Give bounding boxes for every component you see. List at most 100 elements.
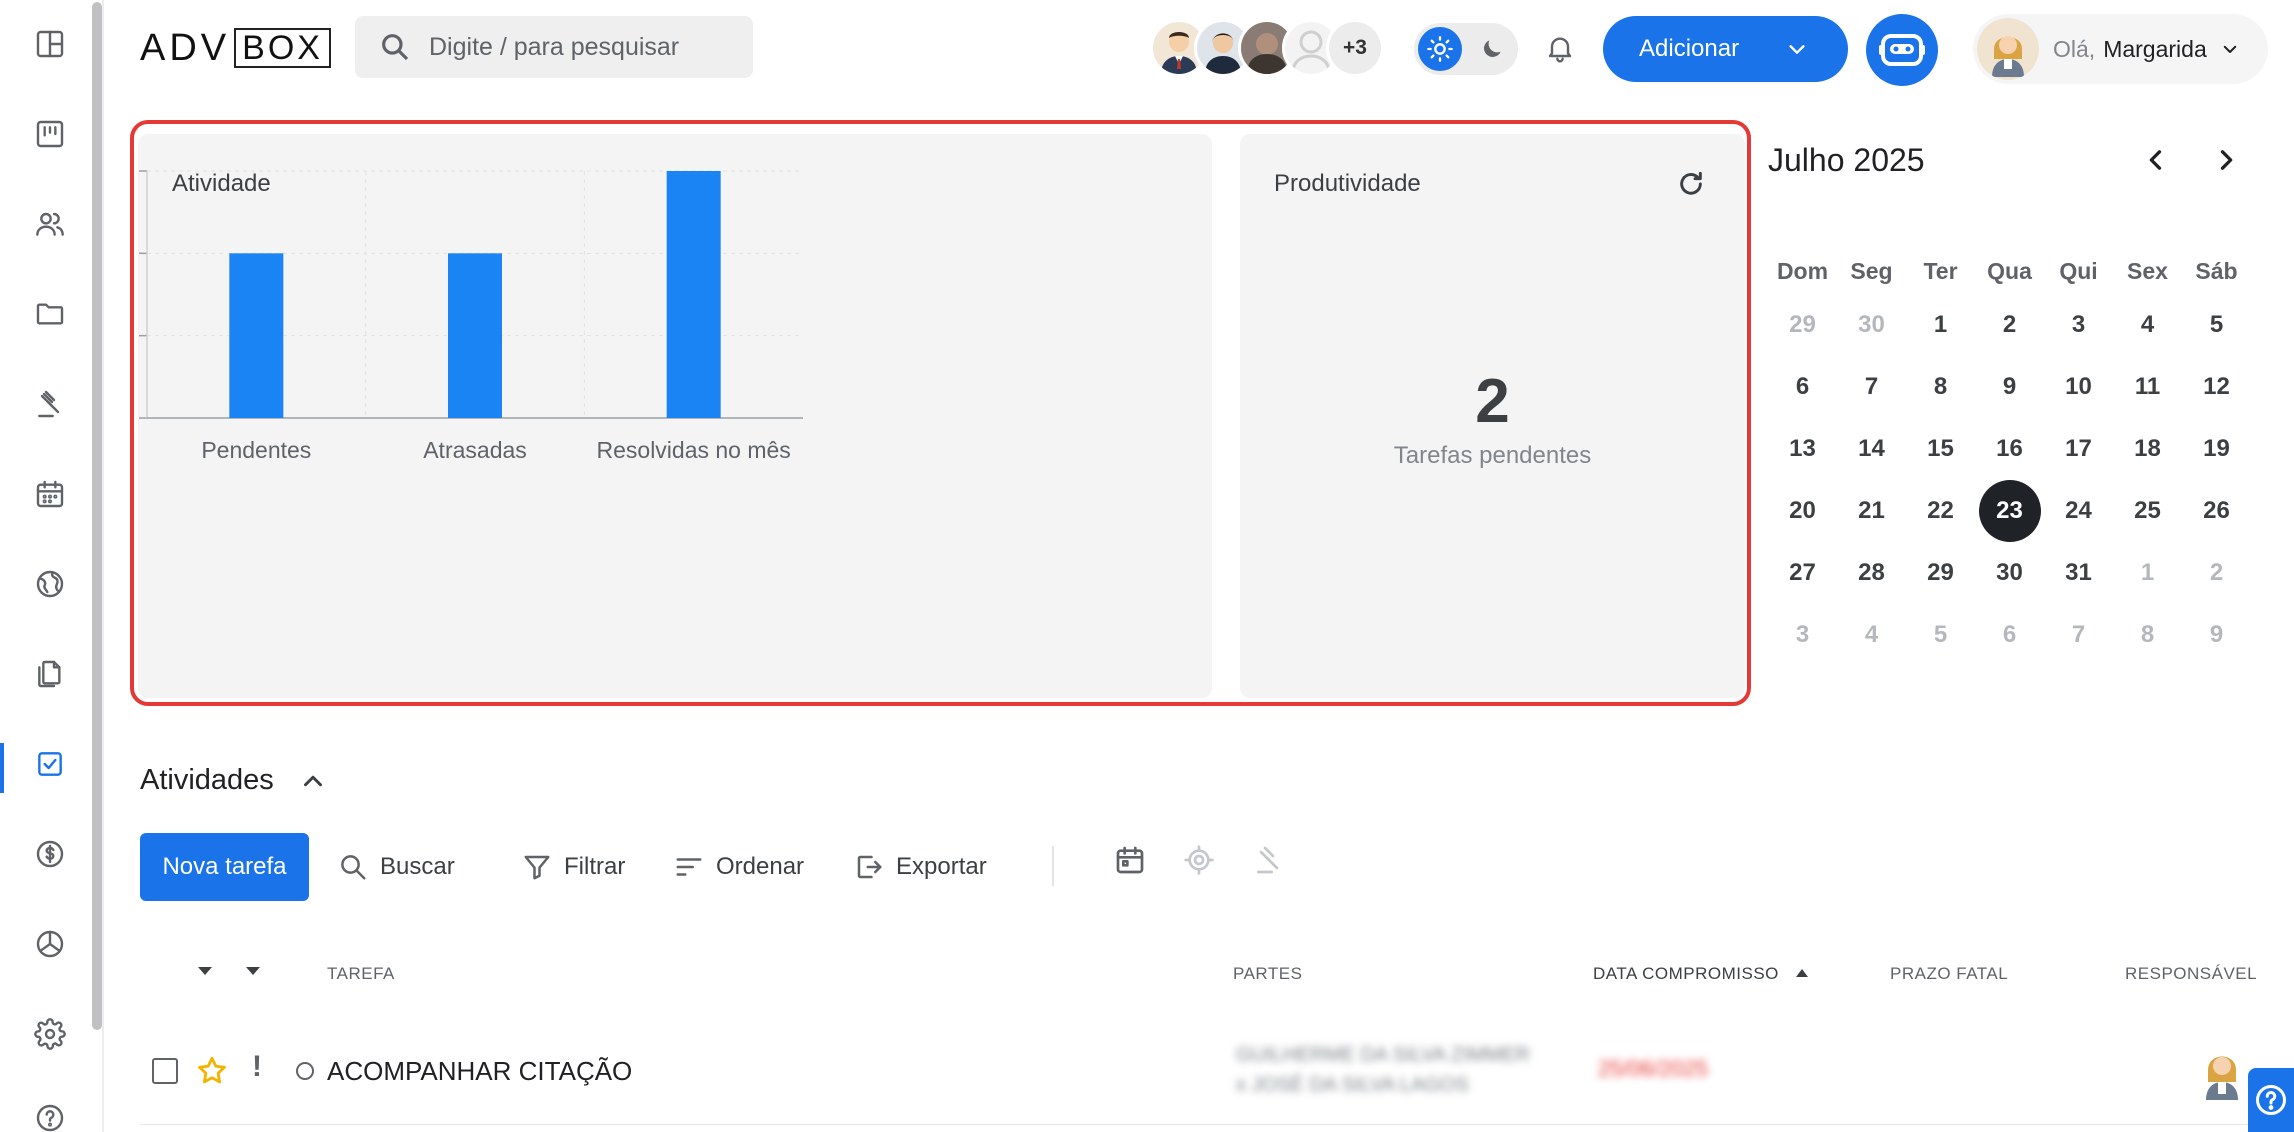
- calendar-day[interactable]: 7: [2044, 604, 2113, 666]
- calendar-day[interactable]: 3: [1768, 604, 1837, 666]
- calendar-day[interactable]: 7: [1837, 356, 1906, 418]
- calendar-day[interactable]: 2: [1975, 294, 2044, 356]
- nav-calendar[interactable]: [24, 468, 76, 520]
- calendar-day[interactable]: 22: [1906, 480, 1975, 542]
- calendar-day[interactable]: 1: [2113, 542, 2182, 604]
- calendar-day[interactable]: 20: [1768, 480, 1837, 542]
- calendar-day[interactable]: 5: [2182, 294, 2251, 356]
- calendar-day-today[interactable]: 23: [1975, 480, 2044, 542]
- calendar-day[interactable]: 4: [1837, 604, 1906, 666]
- calendar-day[interactable]: 26: [2182, 480, 2251, 542]
- select-dropdown-icon[interactable]: [196, 964, 214, 978]
- add-button[interactable]: Adicionar: [1603, 16, 1848, 82]
- nav-tasks[interactable]: [24, 738, 76, 790]
- dashboard-icon: [36, 30, 64, 58]
- collapse-chevron-icon[interactable]: [298, 766, 328, 796]
- column-header-responsible[interactable]: RESPONSÁVEL: [2125, 964, 2257, 984]
- calendar-day[interactable]: 11: [2113, 356, 2182, 418]
- calendar-day[interactable]: 6: [1768, 356, 1837, 418]
- scrollbar-thumb[interactable]: [92, 2, 102, 1030]
- star-dropdown-icon[interactable]: [244, 964, 262, 978]
- calendar-day[interactable]: 25: [2113, 480, 2182, 542]
- column-header-parties[interactable]: PARTES: [1233, 964, 1302, 984]
- search-tasks-button[interactable]: Buscar: [338, 846, 455, 888]
- nav-finance[interactable]: [24, 828, 76, 880]
- target-button[interactable]: [1181, 842, 1217, 878]
- priority-icon[interactable]: !: [252, 1050, 262, 1084]
- calendar-day[interactable]: 2: [2182, 542, 2251, 604]
- nav-processes[interactable]: [24, 378, 76, 430]
- nav-contacts[interactable]: [24, 198, 76, 250]
- nav-kanban[interactable]: [24, 108, 76, 160]
- app-logo[interactable]: ADV BOX: [140, 27, 331, 69]
- search-input[interactable]: [429, 32, 729, 62]
- calendar-day[interactable]: 27: [1768, 542, 1837, 604]
- calendar-day[interactable]: 30: [1975, 542, 2044, 604]
- column-header-date[interactable]: DATA COMPROMISSO: [1593, 964, 1779, 984]
- export-button[interactable]: Exportar: [854, 846, 987, 888]
- calendar-day[interactable]: 21: [1837, 480, 1906, 542]
- calendar-day[interactable]: 1: [1906, 294, 1975, 356]
- nav-documents[interactable]: [24, 648, 76, 700]
- filter-button[interactable]: Filtrar: [522, 846, 625, 888]
- calendar-day[interactable]: 19: [2182, 418, 2251, 480]
- calendar-prev-button[interactable]: [2136, 140, 2176, 180]
- calendar-day[interactable]: 31: [2044, 542, 2113, 604]
- dark-mode-button[interactable]: [1470, 27, 1514, 71]
- light-mode-button[interactable]: [1418, 27, 1462, 71]
- nav-settings[interactable]: [24, 1008, 76, 1060]
- task-name[interactable]: ACOMPANHAR CITAÇÃO: [327, 1056, 632, 1087]
- calendar-day[interactable]: 9: [2182, 604, 2251, 666]
- calendar-day[interactable]: 30: [1837, 294, 1906, 356]
- user-menu[interactable]: Olá, Margarida: [1973, 14, 2268, 84]
- nav-dashboard[interactable]: [24, 18, 76, 70]
- status-circle-icon[interactable]: [296, 1062, 314, 1080]
- search-box[interactable]: [355, 16, 753, 78]
- calendar-day[interactable]: 28: [1837, 542, 1906, 604]
- calendar-day[interactable]: 12: [2182, 356, 2251, 418]
- calendar-day[interactable]: 29: [1906, 542, 1975, 604]
- calendar-day[interactable]: 5: [1906, 604, 1975, 666]
- calendar-day[interactable]: 14: [1837, 418, 1906, 480]
- sort-icon: [676, 858, 702, 876]
- calendar-day[interactable]: 10: [2044, 356, 2113, 418]
- nav-help[interactable]: [24, 1092, 76, 1132]
- sidebar-scrollbar[interactable]: [90, 0, 102, 1132]
- process-filter-button[interactable]: [1251, 842, 1287, 878]
- calendar-icon: [1116, 846, 1144, 874]
- notifications-button[interactable]: [1540, 28, 1580, 68]
- calendar-day[interactable]: 24: [2044, 480, 2113, 542]
- nav-reports[interactable]: [24, 918, 76, 970]
- calendar-day[interactable]: 9: [1975, 356, 2044, 418]
- calendar-day[interactable]: 4: [2113, 294, 2182, 356]
- help-widget-button[interactable]: [2248, 1068, 2294, 1132]
- new-task-button[interactable]: Nova tarefa: [140, 833, 309, 901]
- sort-button[interactable]: Ordenar: [674, 846, 804, 888]
- nav-globe[interactable]: [24, 558, 76, 610]
- calendar-day[interactable]: 8: [1906, 356, 1975, 418]
- calendar-day[interactable]: 6: [1975, 604, 2044, 666]
- column-header-deadline[interactable]: PRAZO FATAL: [1890, 964, 2008, 984]
- team-avatars[interactable]: +3: [1150, 18, 1384, 78]
- calendar-view-button[interactable]: [1112, 842, 1148, 878]
- column-header-task[interactable]: TAREFA: [327, 964, 395, 984]
- filter-icon: [524, 855, 550, 880]
- calendar-day[interactable]: 16: [1975, 418, 2044, 480]
- calendar-day[interactable]: 18: [2113, 418, 2182, 480]
- moon-icon: [1484, 40, 1501, 57]
- nav-folders[interactable]: [24, 288, 76, 340]
- more-avatars-badge[interactable]: +3: [1326, 19, 1384, 77]
- calendar-day[interactable]: 29: [1768, 294, 1837, 356]
- calendar-next-button[interactable]: [2206, 140, 2246, 180]
- responsible-avatar: [2206, 1056, 2238, 1100]
- star-icon[interactable]: [195, 1054, 229, 1088]
- assistant-button[interactable]: [1866, 14, 1938, 86]
- theme-toggle[interactable]: [1414, 23, 1518, 75]
- calendar-day[interactable]: 3: [2044, 294, 2113, 356]
- calendar-day[interactable]: 8: [2113, 604, 2182, 666]
- calendar-day[interactable]: 17: [2044, 418, 2113, 480]
- row-checkbox[interactable]: [152, 1058, 178, 1084]
- calendar-day[interactable]: 13: [1768, 418, 1837, 480]
- calendar-day[interactable]: 15: [1906, 418, 1975, 480]
- add-button-label: Adicionar: [1639, 35, 1740, 62]
